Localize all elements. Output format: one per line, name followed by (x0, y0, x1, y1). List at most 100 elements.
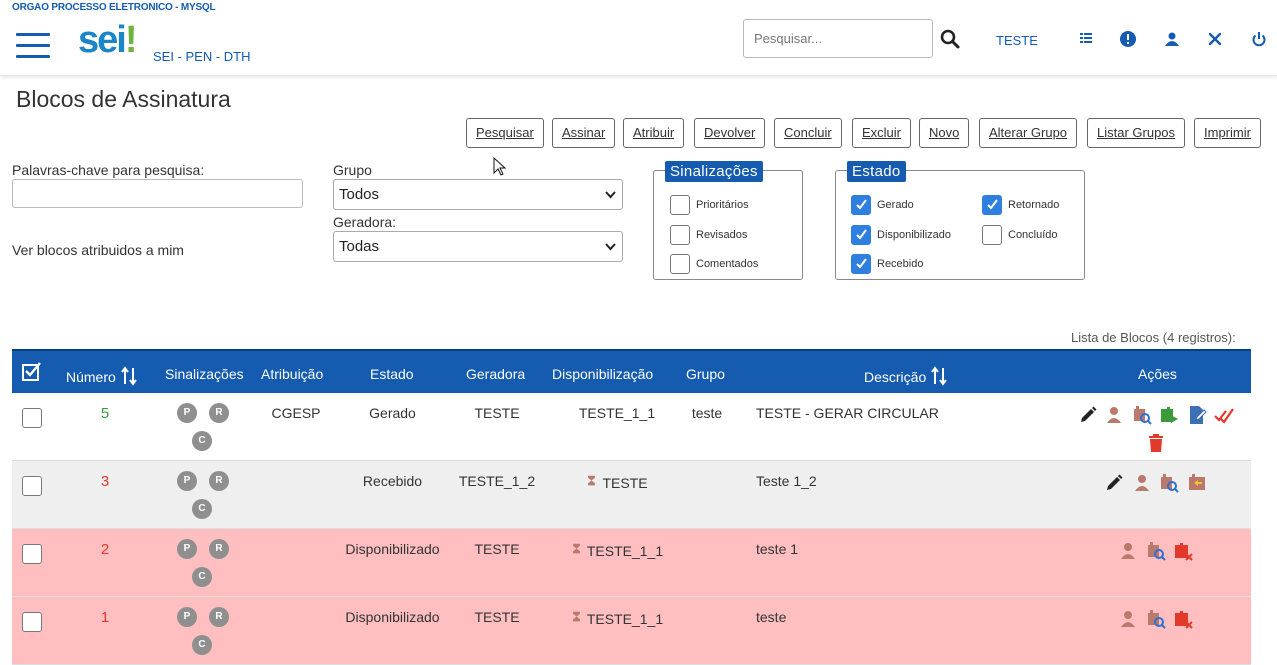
power-icon[interactable] (1250, 30, 1268, 48)
pesquisar-button[interactable]: Pesquisar (466, 118, 544, 148)
tools-icon[interactable] (1206, 30, 1224, 48)
listar-grupos-button[interactable]: Listar Grupos (1087, 118, 1186, 148)
concluir-button[interactable]: Concluir (774, 118, 842, 148)
row-number-link[interactable]: 1 (85, 609, 125, 626)
hamburger-menu-icon[interactable] (16, 33, 50, 59)
select-all-checkbox-icon[interactable] (22, 362, 42, 382)
cell-descricao: teste (756, 609, 787, 625)
header-descricao-label: Descrição (864, 369, 927, 385)
prioritarios-checkbox[interactable] (670, 195, 690, 215)
check-icon[interactable] (1214, 405, 1234, 425)
row-checkbox[interactable] (22, 408, 42, 428)
grupo-select[interactable]: Todos (333, 179, 623, 210)
signal-badge-c[interactable]: C (192, 431, 212, 451)
table-row[interactable]: 2 P R C Disponibilizado TESTE TESTE_1_1 teste 1 (12, 529, 1251, 597)
person-icon[interactable] (1118, 541, 1138, 561)
geradora-label: Geradora: (333, 214, 397, 230)
info-icon[interactable] (1119, 30, 1137, 48)
table-header: Número Sinalizações Atribuição Estado Ge… (12, 349, 1251, 393)
sei-logo[interactable]: sei! (78, 20, 137, 60)
signal-badge-c[interactable]: C (192, 635, 212, 655)
sort-icon[interactable] (930, 366, 948, 386)
signal-badge-p[interactable]: P (177, 607, 197, 627)
cell-estado: Disponibilizado (345, 609, 440, 625)
cell-disponibilizacao: TESTE_1_1 (562, 405, 672, 421)
cell-estado: Disponibilizado (345, 541, 440, 557)
return-icon[interactable] (1187, 473, 1207, 493)
novo-button[interactable]: Novo (919, 118, 970, 148)
signal-badge-r[interactable]: R (209, 403, 229, 423)
signal-badge-r[interactable]: R (209, 471, 229, 491)
disponibilizado-label: Disponibilizado (877, 229, 951, 241)
imprimir-button[interactable]: Imprimir (1194, 118, 1261, 148)
concluido-checkbox[interactable] (982, 225, 1002, 245)
person-icon[interactable] (1118, 609, 1138, 629)
signal-badge-c[interactable]: C (192, 499, 212, 519)
excluir-button[interactable]: Excluir (852, 118, 912, 148)
table-row[interactable]: 1 P R C Disponibilizado TESTE TESTE_1_1 teste (12, 597, 1251, 665)
cell-geradora: TESTE (474, 541, 520, 557)
assinar-button[interactable]: Assinar (552, 118, 616, 148)
assigned-to-me-link[interactable]: Ver blocos atribuidos a mim (12, 242, 184, 258)
search-block-icon[interactable] (1132, 405, 1152, 425)
retornado-checkbox[interactable] (982, 195, 1002, 215)
signal-badge-p[interactable]: P (177, 403, 197, 423)
search-block-icon[interactable] (1146, 541, 1166, 561)
pencil-icon[interactable] (1078, 405, 1098, 425)
recebido-checkbox[interactable] (851, 254, 871, 274)
disponibilizado-checkbox[interactable] (851, 225, 871, 245)
comentados-checkbox[interactable] (670, 254, 690, 274)
signal-badge-c[interactable]: C (192, 567, 212, 587)
sinalizacoes-legend: Sinalizações (665, 161, 763, 182)
row-checkbox[interactable] (22, 612, 42, 632)
signal-badge-p[interactable]: P (177, 539, 197, 559)
estado-legend: Estado (847, 161, 906, 182)
gerado-checkbox[interactable] (851, 195, 871, 215)
cell-geradora: TESTE (474, 405, 520, 421)
cell-geradora: TESTE_1_2 (458, 473, 536, 489)
comentados-label: Comentados (696, 258, 759, 270)
signal-badge-p[interactable]: P (177, 471, 197, 491)
row-number-link[interactable]: 3 (85, 473, 125, 490)
sort-icon[interactable] (120, 366, 138, 386)
revisados-checkbox[interactable] (670, 225, 690, 245)
signal-badge-r[interactable]: R (209, 539, 229, 559)
person-icon[interactable] (1132, 473, 1152, 493)
concluido-label: Concluído (1008, 229, 1058, 241)
user-link[interactable]: TESTE (996, 33, 1038, 48)
cancel-icon[interactable] (1173, 609, 1193, 629)
row-checkbox[interactable] (22, 476, 42, 496)
retornado-label: Retornado (1008, 199, 1060, 211)
header-estado: Estado (370, 366, 414, 382)
alterar-grupo-button[interactable]: Alterar Grupo (979, 118, 1078, 148)
table-row[interactable]: 3 P R C Recebido TESTE_1_2 TESTE Teste 1_2 (12, 461, 1251, 529)
row-number-link[interactable]: 2 (85, 541, 125, 558)
row-checkbox[interactable] (22, 544, 42, 564)
trash-icon[interactable] (1146, 433, 1166, 453)
cancel-icon[interactable] (1173, 541, 1193, 561)
table-row[interactable]: 5 P R C CGESP Gerado TESTE teste TESTE_1_1 TESTE … (12, 393, 1251, 461)
keywords-input[interactable] (12, 179, 303, 208)
list-icon[interactable] (1077, 30, 1095, 48)
grupo-select-value: Todos (339, 186, 380, 203)
keywords-label: Palavras-chave para pesquisa: (12, 162, 205, 178)
recebido-label: Recebido (877, 258, 924, 270)
devolver-button[interactable]: Devolver (694, 118, 766, 148)
search-block-icon[interactable] (1146, 609, 1166, 629)
row-number-link[interactable]: 5 (85, 405, 125, 422)
search-block-icon[interactable] (1159, 473, 1179, 493)
header-acoes: Ações (1138, 366, 1177, 382)
sign-icon[interactable] (1159, 405, 1179, 425)
header-descricao[interactable]: Descrição (864, 366, 948, 386)
person-icon[interactable] (1104, 405, 1124, 425)
header-numero[interactable]: Número (66, 366, 138, 386)
doc-edit-icon[interactable] (1187, 405, 1207, 425)
pencil-icon[interactable] (1104, 473, 1124, 493)
cell-estado: Recebido (362, 473, 423, 489)
geradora-select[interactable]: Todas (333, 231, 623, 262)
atribuir-button[interactable]: Atribuir (623, 118, 685, 148)
signal-badge-r[interactable]: R (209, 607, 229, 627)
user-icon[interactable] (1163, 30, 1181, 48)
search-icon[interactable] (940, 29, 960, 49)
search-input[interactable] (743, 19, 933, 58)
